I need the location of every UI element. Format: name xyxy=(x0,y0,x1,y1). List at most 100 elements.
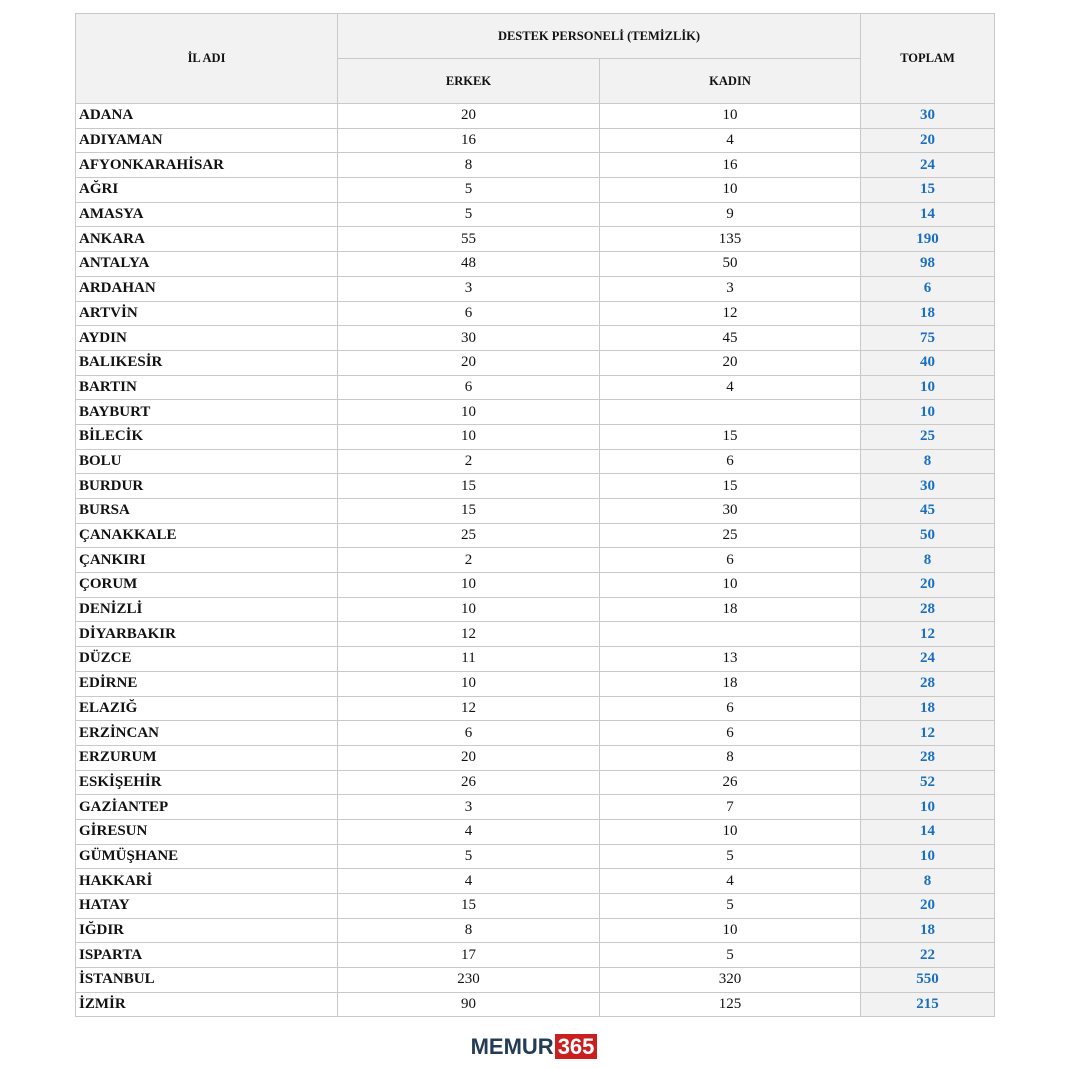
cell-erkek: 16 xyxy=(337,127,600,154)
cell-toplam: 18 xyxy=(860,695,996,722)
cell-toplam: 98 xyxy=(860,251,996,277)
cell-toplam: 20 xyxy=(860,893,996,919)
cell-toplam: 8 xyxy=(860,547,996,574)
cell-toplam: 10 xyxy=(860,374,996,401)
table-row: İSTANBUL 230 320 550 xyxy=(75,967,996,993)
cell-kadin: 13 xyxy=(598,646,862,672)
table-row: ELAZIĞ 12 6 18 xyxy=(75,695,996,722)
cell-toplam: 8 xyxy=(860,868,996,894)
cell-erkek: 55 xyxy=(337,226,600,253)
cell-toplam: 20 xyxy=(860,127,996,154)
table-row: ADIYAMAN 16 4 20 xyxy=(75,127,996,154)
cell-il-adi: AFYONKARAHİSAR xyxy=(75,152,338,179)
table-row: ANTALYA 48 50 98 xyxy=(75,251,996,277)
table-body: ADANA 20 10 30 ADIYAMAN 16 4 20 AFYONKARAHİSAR 8 1… xyxy=(75,103,996,1018)
cell-toplam: 75 xyxy=(860,325,996,351)
cell-kadin: 10 xyxy=(598,917,862,944)
cell-kadin xyxy=(598,399,862,425)
table-row: ERZURUM 20 8 28 xyxy=(75,744,996,771)
cell-kadin: 10 xyxy=(598,818,862,845)
table-row: ARTVİN 6 12 18 xyxy=(75,300,996,327)
cell-erkek: 20 xyxy=(337,349,600,376)
cell-kadin xyxy=(598,621,862,648)
cell-erkek: 5 xyxy=(337,843,600,870)
cell-toplam: 24 xyxy=(860,152,996,179)
cell-kadin: 10 xyxy=(598,572,862,598)
cell-toplam: 40 xyxy=(860,349,996,376)
cell-il-adi: ÇANKIRI xyxy=(75,547,338,574)
table-row: ÇANKIRI 2 6 8 xyxy=(75,547,996,574)
cell-toplam: 14 xyxy=(860,201,996,228)
cell-erkek: 17 xyxy=(337,942,600,969)
cell-toplam: 12 xyxy=(860,720,996,746)
table-row: İZMİR 90 125 215 xyxy=(75,991,996,1018)
cell-il-adi: BOLU xyxy=(75,448,338,475)
table-row: AĞRI 5 10 15 xyxy=(75,177,996,203)
cell-kadin: 7 xyxy=(598,794,862,820)
cell-toplam: 50 xyxy=(860,522,996,549)
cell-toplam: 550 xyxy=(860,967,996,993)
cell-toplam: 8 xyxy=(860,448,996,475)
cell-erkek: 20 xyxy=(337,744,600,771)
cell-kadin: 6 xyxy=(598,720,862,746)
cell-kadin: 18 xyxy=(598,596,862,623)
cell-toplam: 25 xyxy=(860,423,996,450)
cell-erkek: 8 xyxy=(337,917,600,944)
cell-toplam: 15 xyxy=(860,177,996,203)
header-erkek: ERKEK xyxy=(337,58,600,104)
cell-toplam: 30 xyxy=(860,103,996,129)
cell-erkek: 10 xyxy=(337,399,600,425)
table-row: AMASYA 5 9 14 xyxy=(75,201,996,228)
cell-kadin: 5 xyxy=(598,942,862,969)
cell-toplam: 6 xyxy=(860,275,996,302)
cell-il-adi: EDİRNE xyxy=(75,670,338,697)
table-row: GAZİANTEP 3 7 10 xyxy=(75,794,996,820)
cell-erkek: 3 xyxy=(337,794,600,820)
table-row: BOLU 2 6 8 xyxy=(75,448,996,475)
cell-toplam: 10 xyxy=(860,843,996,870)
table-row: GİRESUN 4 10 14 xyxy=(75,818,996,845)
table-row: IĞDIR 8 10 18 xyxy=(75,917,996,944)
cell-toplam: 24 xyxy=(860,646,996,672)
cell-toplam: 20 xyxy=(860,572,996,598)
cell-kadin: 135 xyxy=(598,226,862,253)
cell-erkek: 10 xyxy=(337,423,600,450)
header-toplam: TOPLAM xyxy=(860,13,996,104)
table-row: HAKKARİ 4 4 8 xyxy=(75,868,996,894)
table-row: BİLECİK 10 15 25 xyxy=(75,423,996,450)
cell-kadin: 26 xyxy=(598,769,862,796)
cell-toplam: 12 xyxy=(860,621,996,648)
cell-kadin: 8 xyxy=(598,744,862,771)
cell-il-adi: DİYARBAKIR xyxy=(75,621,338,648)
table-row: ÇORUM 10 10 20 xyxy=(75,572,996,598)
cell-il-adi: AĞRI xyxy=(75,177,338,203)
cell-kadin: 5 xyxy=(598,893,862,919)
cell-kadin: 320 xyxy=(598,967,862,993)
cell-erkek: 48 xyxy=(337,251,600,277)
logo-number-badge: 365 xyxy=(554,1034,598,1059)
table-row: GÜMÜŞHANE 5 5 10 xyxy=(75,843,996,870)
cell-toplam: 10 xyxy=(860,794,996,820)
table-row: DİYARBAKIR 12 12 xyxy=(75,621,996,648)
cell-erkek: 230 xyxy=(337,967,600,993)
cell-erkek: 10 xyxy=(337,596,600,623)
cell-erkek: 4 xyxy=(337,868,600,894)
cell-kadin: 10 xyxy=(598,177,862,203)
cell-kadin: 6 xyxy=(598,547,862,574)
cell-toplam: 10 xyxy=(860,399,996,425)
cell-kadin: 6 xyxy=(598,695,862,722)
cell-erkek: 15 xyxy=(337,498,600,524)
cell-il-adi: ARTVİN xyxy=(75,300,338,327)
cell-il-adi: GAZİANTEP xyxy=(75,794,338,820)
cell-il-adi: ÇANAKKALE xyxy=(75,522,338,549)
cell-kadin: 25 xyxy=(598,522,862,549)
cell-erkek: 3 xyxy=(337,275,600,302)
cell-toplam: 22 xyxy=(860,942,996,969)
table-row: BALIKESİR 20 20 40 xyxy=(75,349,996,376)
staff-table-container: İL ADI DESTEK PERSONELİ (TEMİZLİK) TOPLA… xyxy=(75,13,996,1018)
cell-il-adi: ÇORUM xyxy=(75,572,338,598)
cell-il-adi: HAKKARİ xyxy=(75,868,338,894)
cell-kadin: 16 xyxy=(598,152,862,179)
cell-toplam: 14 xyxy=(860,818,996,845)
table-row: ADANA 20 10 30 xyxy=(75,103,996,129)
